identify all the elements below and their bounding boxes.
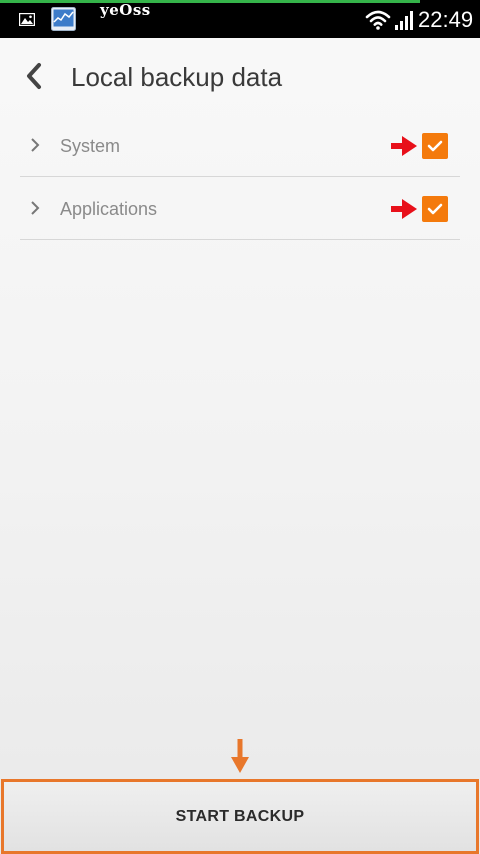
checkmark-icon xyxy=(427,140,443,152)
header: Local backup data xyxy=(0,38,480,114)
list-item-label: Applications xyxy=(60,199,158,219)
page-title: Local backup data xyxy=(71,62,283,92)
chevron-right-icon xyxy=(31,201,40,215)
chart-app-icon xyxy=(51,7,76,31)
start-backup-label: START BACKUP xyxy=(175,807,305,825)
gallery-icon xyxy=(19,13,35,26)
applications-checkbox[interactable] xyxy=(422,196,448,222)
system-checkbox[interactable] xyxy=(422,133,448,159)
signal-icon xyxy=(395,11,413,30)
back-chevron-icon[interactable] xyxy=(24,62,44,90)
red-arrow-icon xyxy=(391,136,417,156)
chevron-right-icon xyxy=(31,138,40,152)
checkmark-icon xyxy=(427,203,443,215)
list-item-system[interactable]: System xyxy=(20,114,460,177)
clock-time: 22:49 xyxy=(418,7,474,32)
red-arrow-icon xyxy=(391,199,417,219)
orange-down-arrow-icon xyxy=(231,739,249,773)
wifi-icon xyxy=(365,10,391,30)
watermark-text: yeOss xyxy=(100,1,151,19)
start-backup-button[interactable]: START BACKUP xyxy=(1,779,479,854)
screen: yeOss 22:49 Local backup data System App… xyxy=(0,0,480,854)
list-item-label: System xyxy=(60,136,121,156)
list-item-applications[interactable]: Applications xyxy=(20,177,460,240)
progress-line xyxy=(0,0,420,3)
status-bar: yeOss 22:49 xyxy=(0,0,480,38)
